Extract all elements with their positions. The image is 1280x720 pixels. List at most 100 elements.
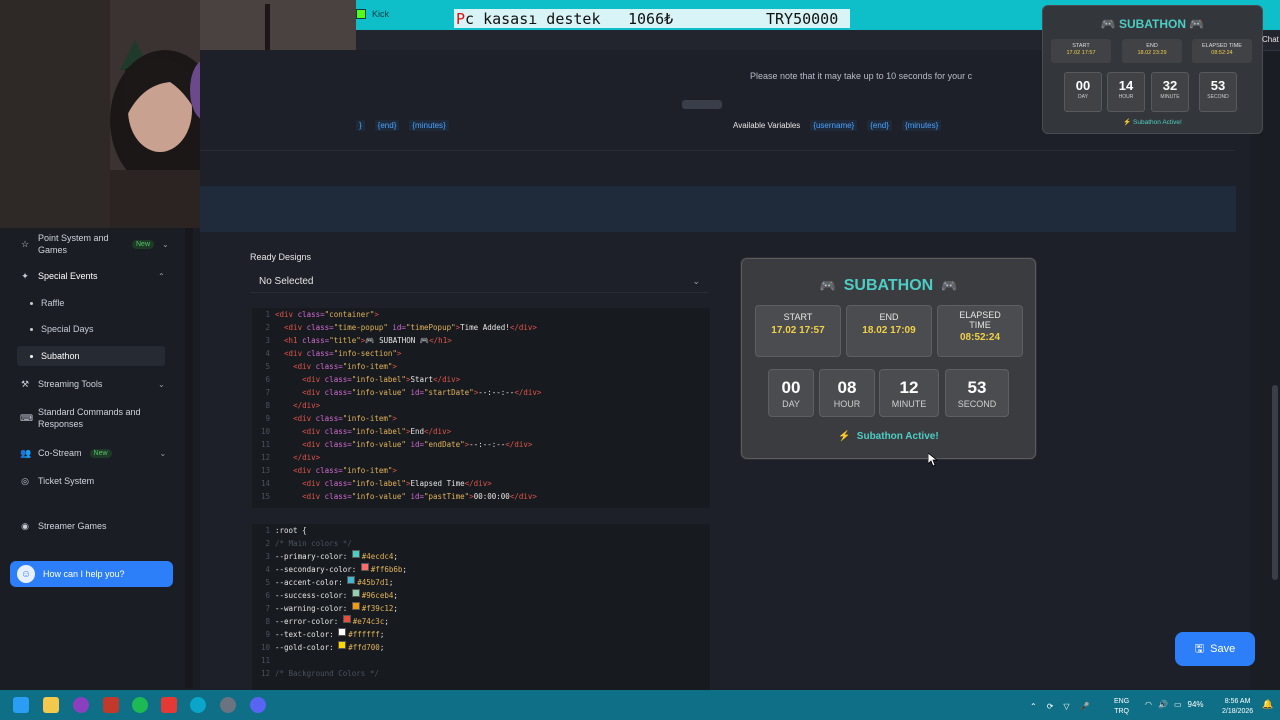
new-badge: New: [89, 448, 112, 458]
line-number: 12: [260, 669, 270, 678]
code-token: ;: [393, 604, 398, 613]
notification-bell-icon[interactable]: 🔔: [1262, 699, 1273, 710]
tab-kick[interactable]: Kick: [356, 6, 389, 22]
app-circle-icon[interactable]: [73, 697, 89, 713]
code-token: --:--:--: [469, 440, 506, 449]
code-token: --warning-color:: [275, 604, 352, 613]
scroll-handle[interactable]: [682, 100, 722, 109]
nvidia-icon[interactable]: ▽: [1063, 702, 1069, 711]
code-token: Start: [410, 375, 434, 384]
code-line: 7 --warning-color: #f39c12;: [252, 602, 710, 615]
variable-chip[interactable]: }: [356, 120, 365, 131]
video-app-icon[interactable]: [161, 697, 177, 713]
chevron-up-icon[interactable]: ⌃: [1030, 702, 1037, 711]
edge-browser-icon[interactable]: [190, 697, 206, 713]
sidebar-item-label: Special Events: [38, 271, 98, 281]
subathon-preview-card: 🎮 SUBATHON 🎮 START 17.02 17:57 END 18.02…: [741, 258, 1036, 459]
line-number: 11: [260, 656, 270, 665]
status-text: Subathon Active!: [856, 431, 939, 442]
sidebar-item-special-days[interactable]: Special Days: [30, 324, 94, 334]
css-code-editor[interactable]: 1:root {2 /* Main colors */ 3 --primary-col…: [252, 524, 710, 690]
gamepad-icon: 🎮: [941, 278, 958, 293]
sidebar-item-point-system[interactable]: ☆ Point System and Games New ⌄: [20, 232, 169, 256]
code-token: class=: [315, 362, 343, 371]
variable-chip[interactable]: {end}: [867, 120, 892, 131]
steam-icon[interactable]: [220, 697, 236, 713]
sidebar-item-ticket-system[interactable]: ◎ Ticket System: [20, 476, 94, 486]
variable-chip[interactable]: {end}: [374, 120, 400, 131]
design-select[interactable]: No Selected ⌄: [250, 270, 708, 293]
clock[interactable]: 8:56 AM 2/18/2026: [1222, 697, 1253, 717]
variable-chip[interactable]: {username}: [810, 120, 858, 131]
html-code-editor[interactable]: 1 <div class= "container" >2 <div class= "ti…: [252, 308, 710, 508]
code-line: 13 <div class= "info-item" >: [252, 464, 710, 477]
start-label: START: [783, 312, 813, 322]
system-tray: ⌃ ⟳ ▽ 🎤: [1030, 694, 1090, 718]
windows-start-icon[interactable]: [13, 697, 29, 713]
code-token: #ffffff: [348, 630, 380, 639]
microphone-icon[interactable]: 🎤: [1080, 702, 1090, 711]
app-red-icon[interactable]: [103, 697, 119, 713]
discord-icon[interactable]: [250, 697, 266, 713]
sidebar-item-special-events[interactable]: ✦ Special Events ⌃: [20, 271, 164, 281]
mini-start: START 17.02 17:57: [1051, 39, 1111, 63]
lang-bottom: TRQ: [1114, 708, 1129, 715]
code-token: >: [392, 362, 397, 371]
code-token: id=: [392, 323, 406, 332]
spotify-icon[interactable]: [132, 697, 148, 713]
sidebar-item-standard-commands[interactable]: ⌨ Standard Commands and Responses: [20, 406, 150, 430]
end-info: END 18.02 17:09: [846, 305, 932, 357]
tools-icon: ⚒: [20, 379, 30, 389]
chat-label[interactable]: Chat: [1262, 35, 1279, 44]
code-token: 00:00:00: [473, 492, 510, 501]
mouse-cursor-icon: [928, 453, 938, 467]
mini-status-text: Subathon Active!: [1133, 119, 1182, 126]
start-info: START 17.02 17:57: [755, 305, 841, 357]
page-scrollbar[interactable]: [1272, 385, 1278, 580]
code-token: class=: [297, 310, 325, 319]
hour-unit: HOUR: [833, 399, 861, 409]
sidebar-item-co-stream[interactable]: 👥 Co-Stream New ⌄: [20, 448, 166, 458]
save-button[interactable]: 🖫 Save: [1175, 632, 1255, 666]
help-assistant-button[interactable]: ☺ How can I help you?: [10, 561, 173, 587]
code-token: #ffd700: [348, 643, 380, 652]
code-token: >: [392, 466, 397, 475]
code-token: --success-color:: [275, 591, 352, 600]
sidebar-item-label: Ticket System: [38, 476, 95, 486]
sidebar-item-streamer-games[interactable]: ◉ Streamer Games: [20, 521, 106, 531]
code-token: "info-section": [333, 349, 397, 358]
color-swatch: [347, 576, 356, 584]
variable-chip[interactable]: {minutes}: [901, 120, 942, 131]
mini-start-label: START: [1072, 43, 1090, 49]
sidebar-item-raffle[interactable]: Raffle: [30, 298, 64, 308]
bolt-icon: ⚡: [1123, 119, 1132, 126]
bullet-icon: [30, 327, 33, 331]
code-token: "pastTime": [424, 492, 470, 501]
color-swatch: [338, 641, 347, 649]
code-token: id=: [410, 492, 425, 501]
sync-icon[interactable]: ⟳: [1047, 702, 1054, 711]
divider: [200, 150, 1235, 151]
language-indicator[interactable]: ENG TRQ: [1114, 697, 1129, 717]
tray-status[interactable]: ◠ 🔊 ▭ 94%: [1145, 700, 1204, 709]
sidebar-item-subathon[interactable]: Subathon: [30, 351, 80, 361]
start-value: 17.02 17:57: [771, 325, 825, 336]
sidebar-item-streaming-tools[interactable]: ⚒ Streaming Tools ⌄: [20, 379, 165, 389]
color-swatch: [351, 602, 360, 610]
code-line: 8 </div>: [252, 399, 710, 412]
line-number: 7: [265, 604, 270, 613]
battery-percent: 94%: [1187, 700, 1204, 709]
code-token: class=: [324, 388, 352, 397]
file-explorer-icon[interactable]: [43, 697, 59, 713]
chevron-down-icon: ⌄: [158, 379, 165, 389]
sidebar: [0, 228, 180, 688]
variable-chip[interactable]: {minutes}: [409, 120, 449, 131]
code-token: #96ceb4: [361, 591, 394, 600]
code-token: </div>: [509, 323, 537, 332]
end-value: 18.02 17:09: [862, 325, 916, 336]
bullet-icon: [30, 354, 33, 358]
